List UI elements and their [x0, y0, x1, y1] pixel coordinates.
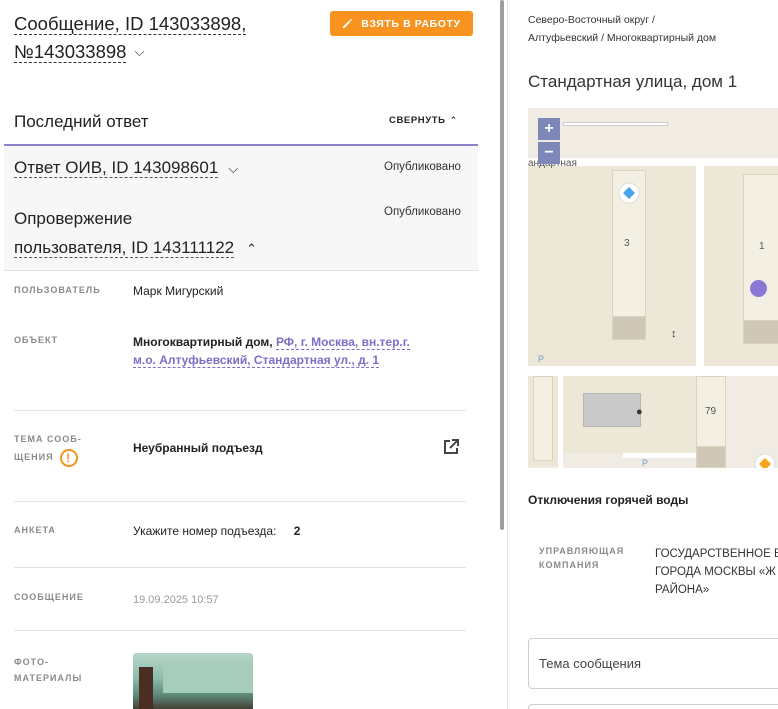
take-to-work-button[interactable]: ВЗЯТЬ В РАБОТУ [330, 11, 473, 36]
topic-label-line1: ТЕМА СООБ- [14, 434, 82, 444]
map-building-shadow [743, 320, 778, 344]
map-object-marker[interactable] [750, 280, 767, 297]
message-panel: Сообщение, ID 143033898, №143033898 ⌵ ВЗЯ… [0, 0, 480, 709]
map-building-shadow [696, 446, 726, 468]
photo-thumbnail[interactable] [133, 653, 253, 709]
chevron-down-icon[interactable]: ⌵ [134, 38, 144, 66]
topic-label: ТЕМА СООБ- ЩЕНИЯ! [14, 430, 82, 467]
map[interactable]: андартная 3 1 79 P P ↕ ● + − [528, 108, 778, 468]
external-link-icon[interactable] [441, 437, 461, 457]
object-label: ОБЪЕКТ [14, 335, 59, 345]
message-title-number: №143033898 [14, 41, 127, 63]
divider [14, 567, 466, 568]
scrollbar-thumb[interactable] [500, 0, 504, 530]
survey-label: АНКЕТА [14, 525, 56, 535]
topic-input[interactable]: Тема сообщения [528, 638, 778, 689]
management-value-line3: РАЙОНА» [655, 584, 710, 596]
collapse-button[interactable]: СВЕРНУТЬ ⌃ [389, 115, 458, 126]
map-warning-pin-icon[interactable] [754, 453, 776, 468]
survey-question: Укажите номер подъезда: [133, 524, 277, 538]
map-road [623, 453, 703, 458]
hot-water-outage-heading: Отключения горячей воды [528, 493, 689, 507]
chevron-down-icon[interactable]: ⌵ [228, 161, 238, 176]
warning-icon[interactable]: ! [59, 448, 78, 467]
photo-label-line2: МАТЕРИАЛЫ [14, 673, 83, 683]
map-pin-icon[interactable] [618, 182, 640, 204]
message-date-value: 19.09.2025 10:57 [133, 594, 219, 606]
map-poi-icon: ● [636, 406, 643, 418]
message-title-prefix: Сообщение, ID 143033898, [14, 13, 247, 35]
survey-value: Укажите номер подъезда: 2 [133, 522, 300, 540]
map-zoom-track [563, 122, 668, 126]
location-panel: Северо-Восточный округ / Алтуфьевский / … [508, 0, 778, 709]
breadcrumb: Северо-Восточный округ / Алтуфьевский / … [528, 11, 716, 47]
pencil-icon [343, 19, 353, 29]
map-building [583, 393, 641, 427]
user-label: ПОЛЬЗОВАТЕЛЬ [14, 285, 101, 295]
message-date-label: СООБЩЕНИЕ [14, 592, 84, 602]
chevron-up-icon: ⌃ [449, 115, 458, 125]
map-house-label: 79 [705, 406, 717, 417]
object-value: Многоквартирный дом, РФ, г. Москва, вн.т… [133, 333, 413, 369]
divider [14, 410, 466, 411]
photo-label-line1: ФОТО- [14, 657, 49, 667]
topic-label-line2: ЩЕНИЯ [14, 452, 54, 462]
last-answer-heading: Последний ответ [14, 112, 149, 131]
response-rebuttal-title-line1: Опровержение [14, 209, 133, 228]
response-oiv-title: Ответ ОИВ, ID 143098601 [14, 158, 219, 178]
map-house-label: 1 [759, 241, 765, 252]
divider [14, 501, 466, 502]
management-label-line2: КОМПАНИЯ [539, 560, 600, 570]
zoom-out-button[interactable]: − [538, 142, 560, 164]
map-parking-label: P [642, 458, 649, 468]
map-entrance-icon: ↕ [671, 328, 677, 340]
responses-block: Ответ ОИВ, ID 143098601 ⌵ Опубликовано Оп… [4, 144, 478, 271]
photo-door [139, 667, 153, 709]
collapse-label: СВЕРНУТЬ [389, 115, 446, 126]
zoom-in-button[interactable]: + [538, 118, 560, 140]
topic-value: Неубранный подъезд [133, 441, 263, 455]
user-value: Марк Мигурский [133, 284, 224, 298]
photo-wall [163, 663, 253, 693]
breadcrumb-line2[interactable]: Алтуфьевский / Многоквартирный дом [528, 32, 716, 44]
object-type: Многоквартирный дом, [133, 335, 273, 349]
map-building [533, 376, 553, 461]
response-rebuttal-title-line2: пользователя, ID 143111122 [14, 238, 235, 258]
map-house-label: 3 [624, 238, 630, 249]
survey-answer: 2 [293, 524, 301, 538]
response-oiv-status: Опубликовано [384, 161, 461, 173]
management-company-value: ГОСУДАРСТВЕННОЕ Б ГОРОДА МОСКВЫ «Ж РАЙОН… [655, 545, 778, 599]
management-value-line1: ГОСУДАРСТВЕННОЕ Б [655, 548, 778, 560]
response-oiv[interactable]: Ответ ОИВ, ID 143098601 ⌵ [14, 158, 238, 178]
map-road [528, 366, 778, 376]
address-title: Стандартная улица, дом 1 [528, 72, 738, 91]
map-building [743, 174, 778, 344]
response-rebuttal[interactable]: Опровержение пользователя, ID 143111122 ⌃ [14, 204, 314, 263]
take-to-work-label: ВЗЯТЬ В РАБОТУ [361, 17, 461, 30]
photo-label: ФОТО- МАТЕРИАЛЫ [14, 654, 82, 686]
management-company-label: УПРАВЛЯЮЩАЯ КОМПАНИЯ [539, 544, 624, 572]
message-title[interactable]: Сообщение, ID 143033898, №143033898 ⌵ [14, 10, 314, 66]
map-building-shadow [612, 316, 646, 340]
chevron-up-icon[interactable]: ⌃ [246, 241, 257, 256]
next-input[interactable] [528, 704, 778, 709]
map-parking-label: P [538, 354, 545, 364]
management-value-line2: ГОРОДА МОСКВЫ «Ж [655, 566, 776, 578]
breadcrumb-line1[interactable]: Северо-Восточный округ / [528, 14, 655, 26]
management-label-line1: УПРАВЛЯЮЩАЯ [539, 546, 625, 556]
response-rebuttal-status: Опубликовано [384, 206, 461, 218]
divider [14, 630, 466, 631]
